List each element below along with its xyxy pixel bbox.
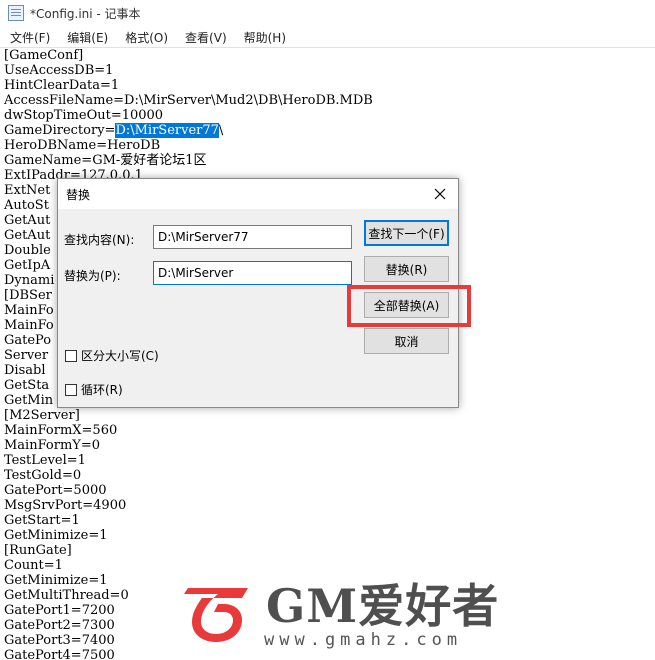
cancel-button[interactable]: 取消 [364, 328, 449, 354]
menu-file[interactable]: 文件(F) [0, 29, 57, 46]
text-line: Double [4, 243, 51, 258]
text-line: GatePo [4, 333, 52, 348]
text-line: UseAccessDB=1 [4, 63, 114, 78]
text-line: AutoSt [4, 198, 49, 213]
text-line: GetMinimize=1 [4, 528, 108, 543]
watermark-brand: GM爱好者 [266, 579, 500, 633]
text-line: Count=1 [4, 558, 63, 573]
text-line: dwStopTimeOut=10000 [4, 108, 164, 123]
wrap-around-option[interactable]: 循环(R) [65, 381, 123, 398]
text-line: MainFormY=0 [4, 438, 101, 453]
replace-input[interactable] [153, 261, 352, 285]
red-highlight-annotation [347, 285, 471, 327]
close-button[interactable] [428, 182, 452, 206]
text-line: GatePort1=7200 [4, 603, 115, 618]
text-line: GetAut [4, 213, 51, 228]
line-suffix: \ [218, 123, 224, 138]
text-line: GetIpA [4, 258, 51, 273]
window-title: *Config.ini - 记事本 [30, 6, 141, 21]
dialog-title: 替换 [66, 188, 91, 202]
selected-text-line: GameDirectory=D:\MirServer77\ [4, 123, 223, 138]
text-line: GetMin [4, 393, 54, 408]
text-line: Server [4, 348, 49, 363]
menu-bar: 文件(F) 编辑(E) 格式(O) 查看(V) 帮助(H) [0, 26, 655, 48]
wrap-around-label: 循环(R) [81, 383, 123, 397]
match-case-option[interactable]: 区分大小写(C) [65, 347, 159, 364]
text-line: [M2Server] [4, 408, 80, 423]
text-line: Disabl [4, 363, 46, 378]
text-line: GetMinimize=1 [4, 573, 108, 588]
text-line: [DBSer [4, 288, 52, 303]
text-line: GetStart=1 [4, 513, 80, 528]
text-line: HeroDBName=HeroDB [4, 138, 161, 153]
text-line: ExtNet [4, 183, 51, 198]
text-selection: D:\MirServer77 [115, 123, 219, 138]
text-line: GetSta [4, 378, 50, 393]
text-line: GameName=GM-爱好者论坛1区 [4, 153, 207, 168]
text-line: TestGold=0 [4, 468, 82, 483]
replace-button[interactable]: 替换(R) [364, 256, 449, 282]
text-line: MainFo [4, 318, 54, 333]
text-line: HintClearData=1 [4, 78, 120, 93]
text-line: GatePort=5000 [4, 483, 107, 498]
text-line: [GameConf] [4, 48, 84, 63]
match-case-label: 区分大小写(C) [81, 349, 159, 363]
watermark-url: www.gmahz.com [264, 630, 463, 650]
text-line: GetMultiThread=0 [4, 588, 129, 603]
text-line: AccessFileName=D:\MirServer\Mud2\DB\Hero… [4, 93, 373, 108]
match-case-checkbox[interactable] [65, 349, 77, 362]
line-prefix: GameDirectory= [4, 123, 116, 138]
close-icon [434, 188, 446, 200]
menu-format[interactable]: 格式(O) [115, 29, 175, 46]
menu-edit[interactable]: 编辑(E) [57, 29, 115, 46]
text-line: MainFormX=560 [4, 423, 118, 438]
text-line: GatePort3=7400 [4, 633, 115, 648]
replace-label: 替换为(P): [64, 269, 121, 283]
text-line: GatePort2=7300 [4, 618, 115, 633]
dialog-titlebar: 替换 [58, 179, 458, 209]
text-line: Dynami [4, 273, 55, 288]
notepad-icon [8, 5, 24, 21]
text-line: GatePort4=7500 [4, 648, 115, 660]
menu-help[interactable]: 帮助(H) [234, 29, 293, 46]
wrap-around-checkbox[interactable] [65, 383, 77, 396]
text-line: TestLevel=1 [4, 453, 86, 468]
window-titlebar: *Config.ini - 记事本 [0, 0, 655, 26]
menu-view[interactable]: 查看(V) [175, 29, 234, 46]
find-next-button[interactable]: 查找下一个(F) [364, 220, 449, 246]
text-line: MainFo [4, 303, 54, 318]
watermark-logo-icon [184, 588, 248, 642]
text-line: GetAut [4, 228, 51, 243]
text-line: MsgSrvPort=4900 [4, 498, 127, 513]
find-input[interactable] [153, 225, 352, 249]
find-label: 查找内容(N): [64, 233, 135, 247]
text-line: [RunGate] [4, 543, 72, 558]
